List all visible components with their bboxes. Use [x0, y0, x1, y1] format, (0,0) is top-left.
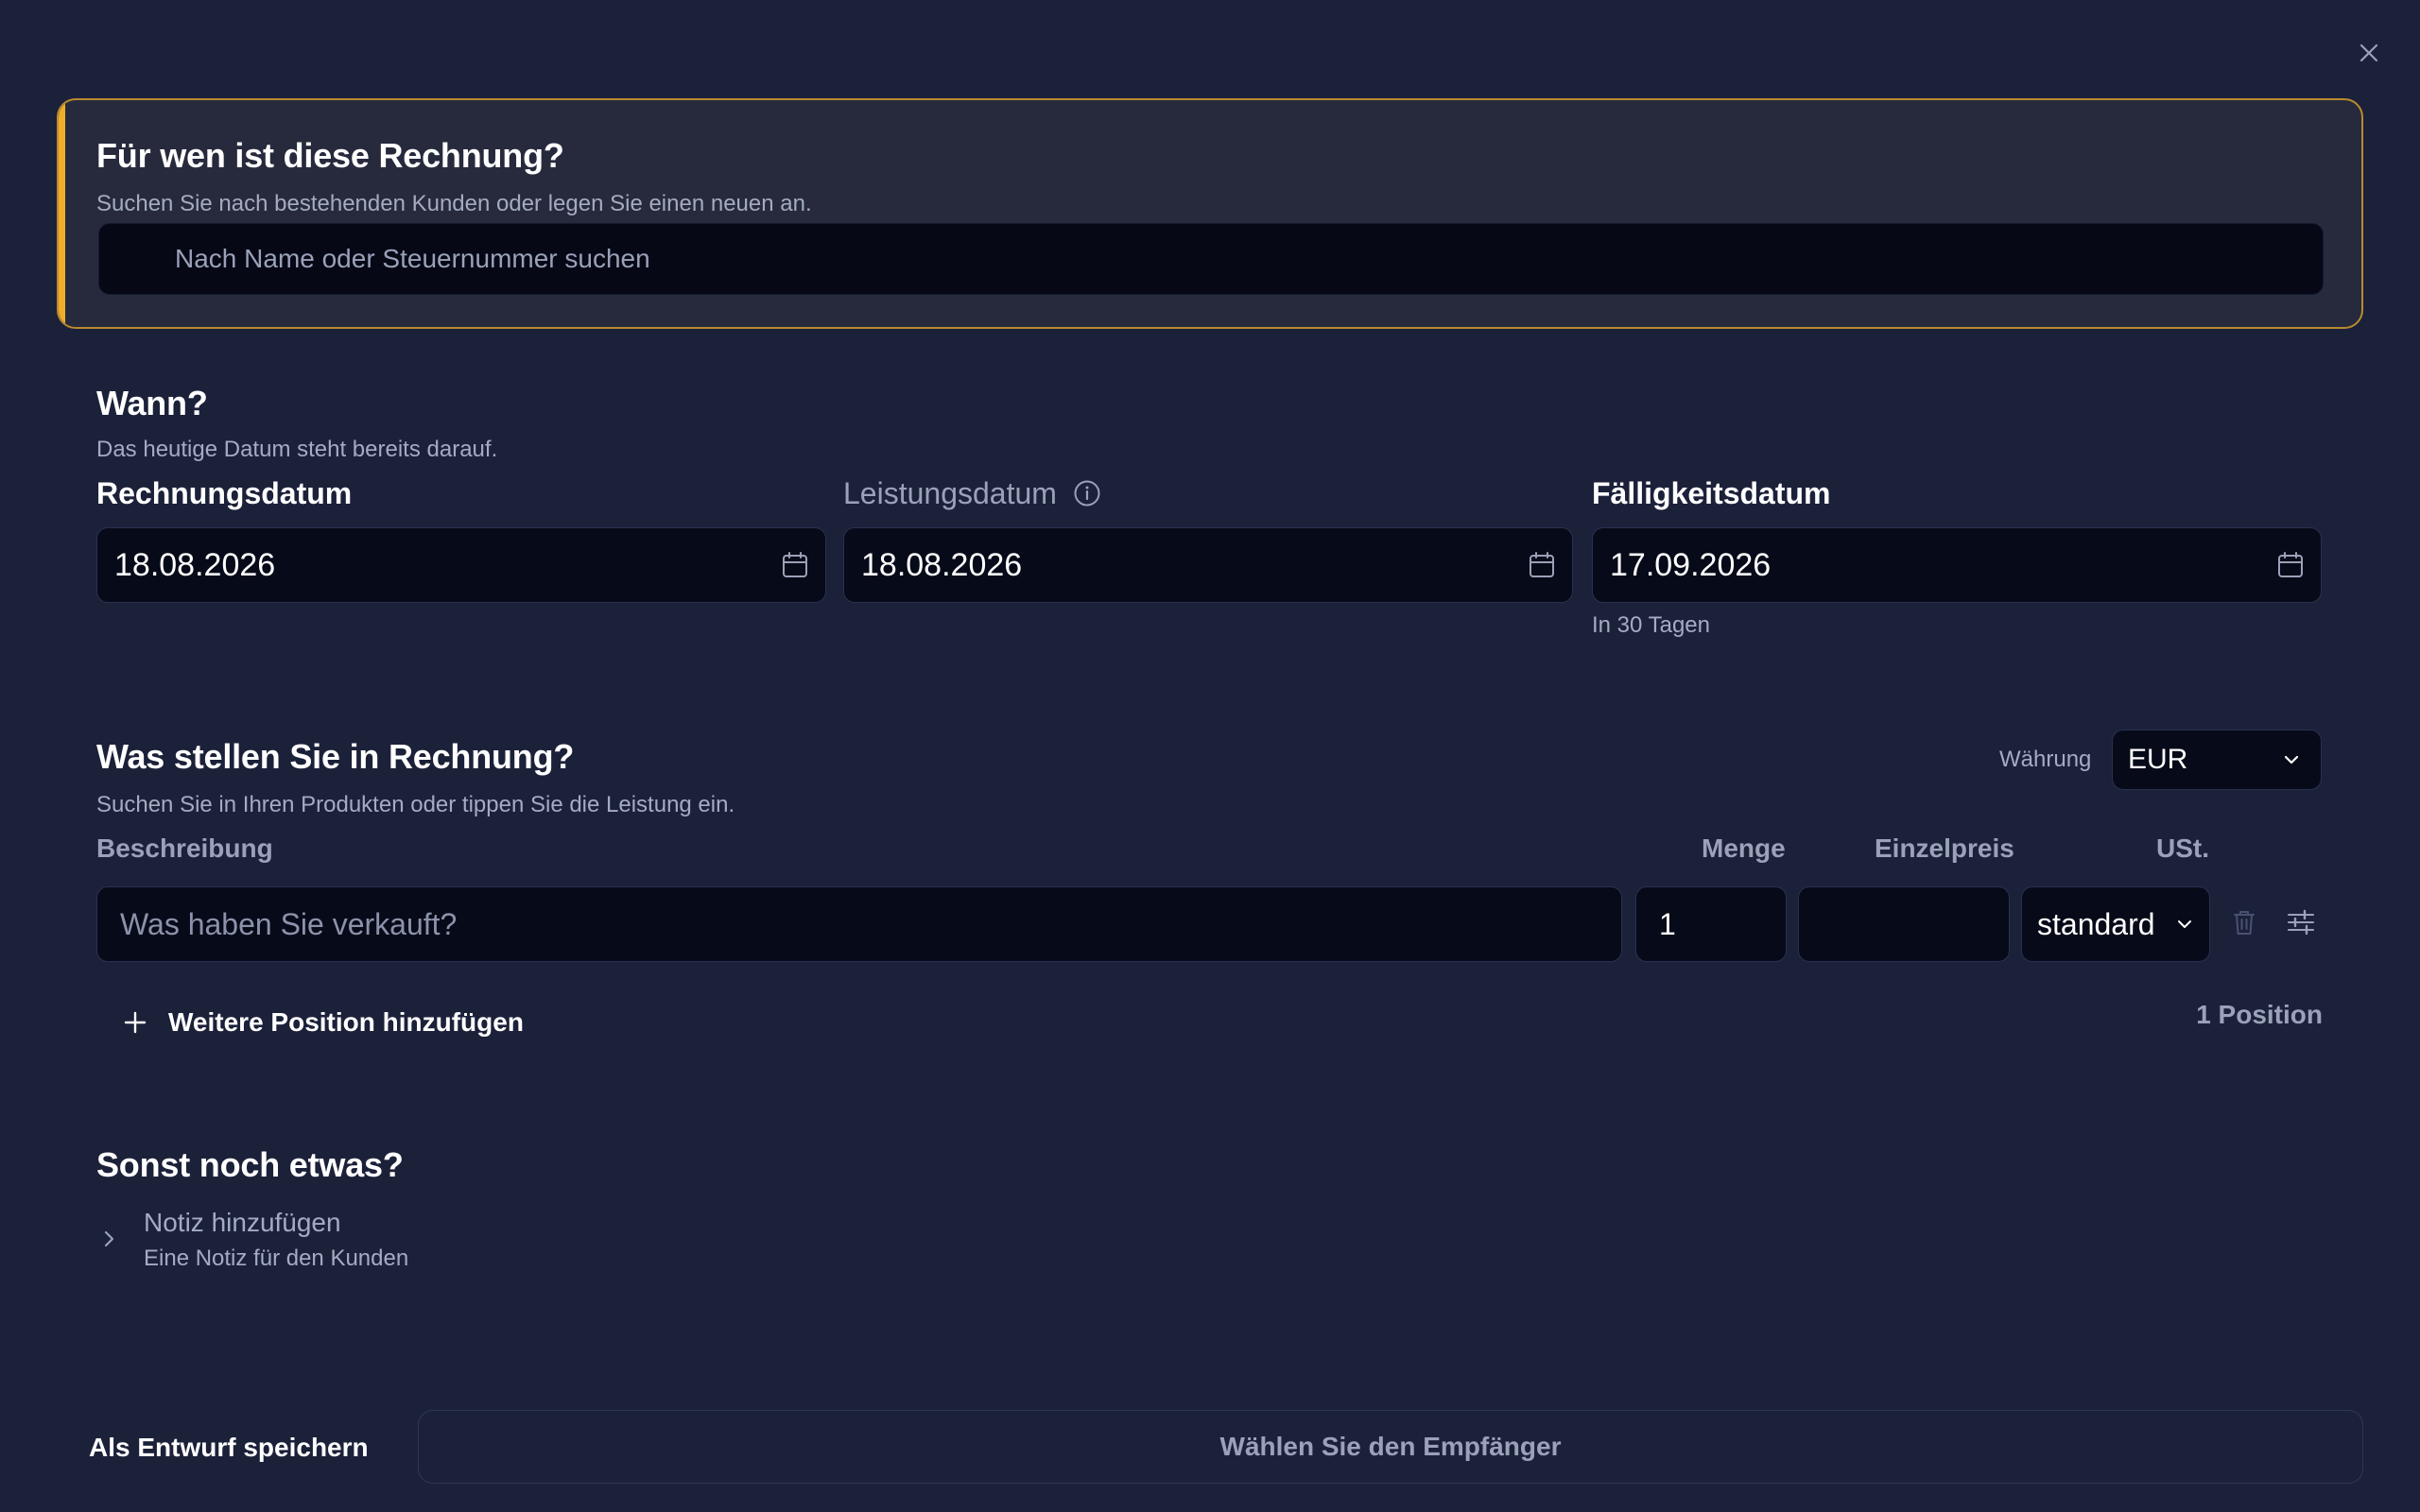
- close-icon: [2360, 43, 2378, 62]
- customer-section-title: Für wen ist diese Rechnung?: [96, 136, 564, 175]
- dates-section-title: Wann?: [96, 384, 208, 422]
- item-description-placeholder: Was haben Sie verkauft?: [120, 906, 458, 941]
- service-date-field[interactable]: 18.08.2026: [843, 527, 1573, 603]
- currency-value: EUR: [2128, 744, 2188, 775]
- trash-icon: [2234, 911, 2255, 935]
- calendar-icon[interactable]: [780, 550, 810, 580]
- due-date-value: 17.09.2026: [1610, 546, 1772, 583]
- column-header-description: Beschreibung: [96, 833, 273, 863]
- chevron-down-icon: [2284, 755, 2299, 765]
- delete-row-button[interactable]: [2225, 903, 2263, 941]
- info-icon[interactable]: [1073, 479, 1101, 507]
- items-section-title: Was stellen Sie in Rechnung?: [96, 737, 575, 776]
- item-quantity-input[interactable]: 1: [1635, 886, 1787, 962]
- calendar-icon[interactable]: [1527, 550, 1557, 580]
- currency-label: Währung: [1999, 747, 2092, 772]
- accent-bar: [59, 100, 65, 327]
- save-draft-button[interactable]: Als Entwurf speichern: [89, 1433, 369, 1463]
- close-button[interactable]: [2354, 38, 2384, 68]
- extras-section-title: Sonst noch etwas?: [96, 1145, 404, 1184]
- customer-search-input[interactable]: [99, 224, 2323, 294]
- due-date-hint: In 30 Tagen: [1592, 612, 1711, 638]
- item-unit-price-input[interactable]: [1798, 886, 2010, 962]
- column-header-unit-price: Einzelpreis: [1875, 833, 2014, 863]
- column-header-quantity: Menge: [1702, 833, 1786, 863]
- service-date-label-group: Leistungsdatum: [843, 476, 1101, 511]
- invoice-date-value: 18.08.2026: [114, 546, 276, 583]
- invoice-date-label: Rechnungsdatum: [96, 476, 353, 510]
- add-position-label: Weitere Position hinzufügen: [168, 1007, 524, 1037]
- add-note-title: Notiz hinzufügen: [144, 1208, 341, 1237]
- item-quantity-value: 1: [1659, 906, 1676, 941]
- items-section-subtitle: Suchen Sie in Ihren Produkten oder tippe…: [96, 792, 735, 817]
- dates-section-subtitle: Das heutige Datum steht bereits darauf.: [96, 437, 498, 462]
- due-date-label: Fälligkeitsdatum: [1592, 476, 1831, 510]
- add-note-subtitle: Eine Notiz für den Kunden: [144, 1246, 409, 1271]
- position-count: 1 Position: [2196, 1000, 2323, 1029]
- item-vat-select[interactable]: standard: [2021, 886, 2210, 962]
- customer-section: Für wen ist diese Rechnung? Suchen Sie n…: [57, 98, 2363, 329]
- calendar-icon[interactable]: [2275, 550, 2306, 580]
- service-date-label: Leistungsdatum: [843, 476, 1057, 510]
- service-date-value: 18.08.2026: [861, 546, 1023, 583]
- currency-select[interactable]: EUR: [2112, 730, 2322, 790]
- choose-recipient-button[interactable]: Wählen Sie den Empfänger: [418, 1410, 2363, 1484]
- chevron-down-icon: [2178, 920, 2191, 928]
- invoice-date-field[interactable]: 18.08.2026: [96, 527, 826, 603]
- due-date-field[interactable]: 17.09.2026: [1592, 527, 2322, 603]
- add-position-button[interactable]: Weitere Position hinzufügen: [123, 1007, 524, 1038]
- customer-section-subtitle: Suchen Sie nach bestehenden Kunden oder …: [96, 191, 812, 216]
- plus-icon: [124, 1011, 147, 1034]
- row-settings-button[interactable]: [2282, 903, 2320, 941]
- column-header-vat: USt.: [2156, 833, 2209, 863]
- item-vat-value: standard: [2037, 906, 2155, 941]
- sliders-icon: [2288, 909, 2314, 936]
- chevron-right-icon: [104, 1230, 114, 1247]
- item-description-input[interactable]: Was haben Sie verkauft?: [96, 886, 1622, 962]
- add-note-toggle[interactable]: Notiz hinzufügen Eine Notiz für den Kund…: [98, 1208, 408, 1272]
- customer-search-field: [98, 223, 2324, 295]
